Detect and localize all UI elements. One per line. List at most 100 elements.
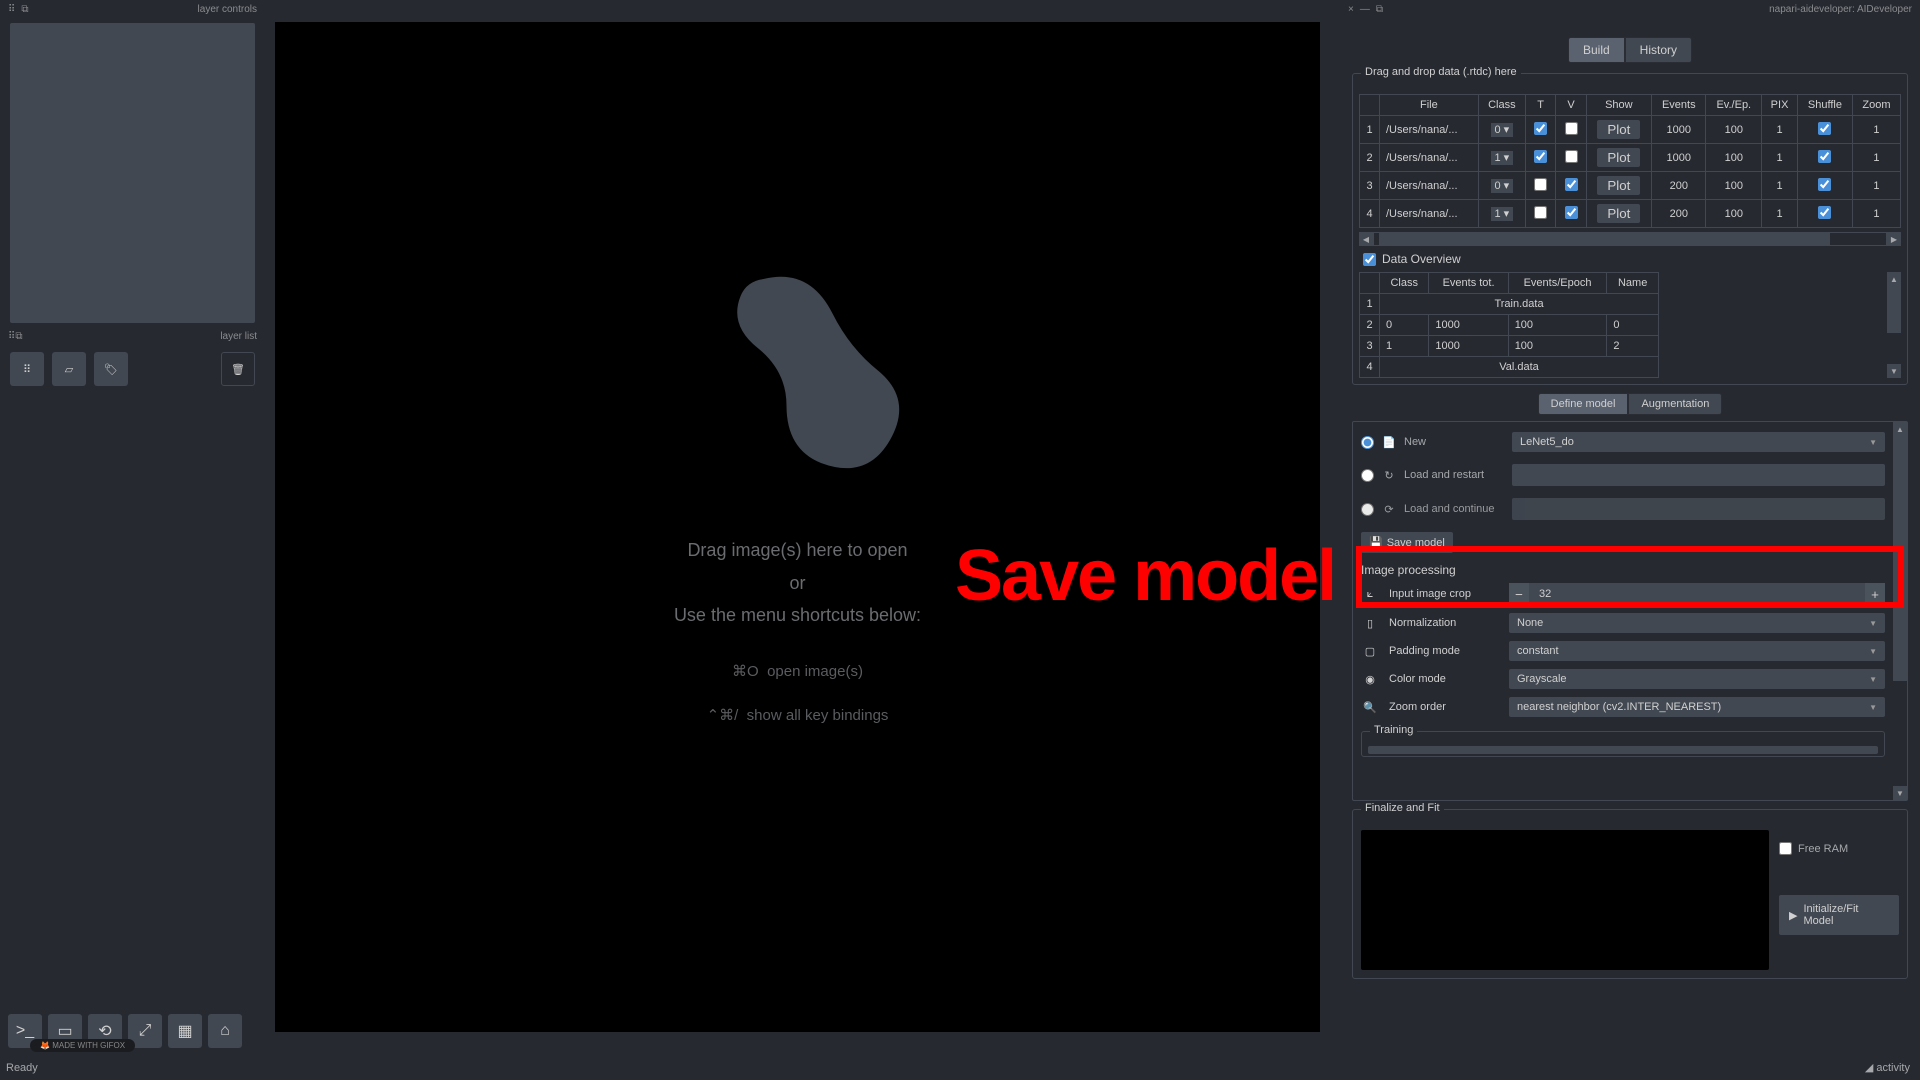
layer-controls-panel (10, 23, 255, 323)
scroll-down-icon[interactable]: ▼ (1893, 786, 1907, 800)
table-row: 1 /Users/nana/... 0 ▾ Plot 1000 100 1 1 (1360, 116, 1901, 144)
plot-button[interactable]: Plot (1597, 148, 1640, 167)
popout-icon[interactable]: ⧉ (21, 4, 28, 15)
save-model-button[interactable]: 💾 Save model (1361, 532, 1453, 553)
val-checkbox[interactable] (1565, 206, 1578, 219)
status-text: Ready (6, 1062, 38, 1074)
input-crop-spinner[interactable]: − 32 + (1509, 583, 1885, 605)
class-select[interactable]: 1 ▾ (1491, 151, 1514, 165)
color-mode-select[interactable]: Grayscale ▼ (1509, 669, 1885, 689)
file-cell[interactable]: /Users/nana/... (1380, 144, 1479, 172)
free-ram-checkbox[interactable] (1779, 842, 1792, 855)
chevron-down-icon: ▼ (1869, 438, 1877, 447)
chevron-down-icon: ▼ (1869, 647, 1877, 656)
napari-logo-icon (683, 246, 913, 496)
val-checkbox[interactable] (1565, 150, 1578, 163)
data-group-label: Drag and drop data (.rtdc) here (1361, 66, 1521, 78)
model-architecture-select[interactable]: LeNet5_do ▼ (1512, 432, 1885, 452)
popout-icon[interactable]: ⧉ (15, 331, 22, 342)
class-select[interactable]: 0 ▾ (1491, 179, 1514, 193)
val-checkbox[interactable] (1565, 178, 1578, 191)
finalize-label: Finalize and Fit (1361, 802, 1444, 814)
vscroll-track[interactable] (1887, 286, 1901, 364)
padding-icon: ▢ (1361, 645, 1379, 658)
normalization-label: Normalization (1389, 617, 1499, 629)
train-checkbox[interactable] (1534, 122, 1547, 135)
increment-button[interactable]: + (1865, 583, 1885, 605)
plot-button[interactable]: Plot (1597, 120, 1640, 139)
drop-hint-2: Use the menu shortcuts below: (674, 601, 921, 630)
plot-button[interactable]: Plot (1597, 204, 1640, 223)
scroll-right-icon[interactable]: ▶ (1887, 232, 1901, 246)
chevron-down-icon: ▼ (1869, 619, 1877, 628)
data-overview-label: Data Overview (1382, 252, 1461, 266)
canvas-dropzone[interactable]: Drag image(s) here to open or Use the me… (275, 22, 1320, 1032)
table-row: 3 /Users/nana/... 0 ▾ Plot 200 100 1 1 (1360, 172, 1901, 200)
decrement-button[interactable]: − (1509, 583, 1529, 605)
radio-load-continue[interactable] (1361, 503, 1374, 516)
plugin-title: napari-aideveloper: AIDeveloper (1769, 4, 1912, 15)
table-row: 1Train.data (1360, 294, 1659, 315)
tab-history[interactable]: History (1625, 37, 1692, 63)
tab-augmentation[interactable]: Augmentation (1628, 393, 1722, 415)
data-overview-checkbox[interactable] (1363, 253, 1376, 266)
shuffle-checkbox[interactable] (1818, 178, 1831, 191)
close-icon[interactable]: × (1348, 4, 1354, 15)
home-icon[interactable]: ⌂ (208, 1014, 242, 1048)
delete-layer-icon[interactable]: 🗑 (221, 352, 255, 386)
chevron-down-icon: ▼ (1869, 675, 1877, 684)
table-row: 4 /Users/nana/... 1 ▾ Plot 200 100 1 1 (1360, 200, 1901, 228)
plot-button[interactable]: Plot (1597, 176, 1640, 195)
file-cell[interactable]: /Users/nana/... (1380, 116, 1479, 144)
play-icon: ▶ (1789, 909, 1797, 922)
val-checkbox[interactable] (1565, 122, 1578, 135)
annotation-label: Save model (955, 535, 1335, 617)
new-points-icon[interactable]: ⠿ (10, 352, 44, 386)
tab-build[interactable]: Build (1568, 37, 1625, 63)
shuffle-checkbox[interactable] (1818, 150, 1831, 163)
image-processing-label: Image processing (1357, 559, 1889, 579)
training-label: Training (1370, 724, 1417, 736)
activity-button[interactable]: ◢ activity (1865, 1061, 1910, 1074)
new-shapes-icon[interactable]: ▱ (52, 352, 86, 386)
class-select[interactable]: 1 ▾ (1491, 207, 1514, 221)
open-images-hint: open image(s) (767, 663, 863, 680)
file-cell[interactable]: /Users/nana/... (1380, 172, 1479, 200)
scroll-left-icon[interactable]: ◀ (1359, 232, 1373, 246)
train-checkbox[interactable] (1534, 150, 1547, 163)
color-mode-icon: ◉ (1361, 673, 1379, 686)
initialize-fit-button[interactable]: ▶ Initialize/Fit Model (1779, 895, 1899, 935)
scroll-down-icon[interactable]: ▼ (1887, 364, 1901, 378)
file-cell[interactable]: /Users/nana/... (1380, 200, 1479, 228)
train-checkbox[interactable] (1534, 206, 1547, 219)
zoom-order-select[interactable]: nearest neighbor (cv2.INTER_NEAREST) ▼ (1509, 697, 1885, 717)
shuffle-checkbox[interactable] (1818, 122, 1831, 135)
radio-new-model[interactable] (1361, 436, 1374, 449)
zoom-order-label: Zoom order (1389, 701, 1499, 713)
file-icon: 📄 (1382, 435, 1396, 449)
crop-icon: ⟀ (1361, 588, 1379, 601)
new-labels-icon[interactable]: 🏷 (94, 352, 128, 386)
shuffle-checkbox[interactable] (1818, 206, 1831, 219)
dock-icon[interactable]: — (1360, 4, 1370, 15)
panel-handle-icon[interactable]: ⠿ (8, 4, 15, 15)
load-continue-path-input[interactable] (1512, 498, 1885, 520)
tab-define-model[interactable]: Define model (1538, 393, 1629, 415)
padding-select[interactable]: constant ▼ (1509, 641, 1885, 661)
watermark-badge: 🦊 MADE WITH GIFOX (30, 1039, 135, 1052)
normalization-select[interactable]: None ▼ (1509, 613, 1885, 633)
data-files-table: File Class T V Show Events Ev./Ep. PIX S… (1359, 94, 1901, 228)
scroll-up-icon[interactable]: ▲ (1893, 422, 1907, 436)
vscroll-track[interactable] (1893, 436, 1907, 786)
radio-load-restart[interactable] (1361, 469, 1374, 482)
free-ram-checkbox-row[interactable]: Free RAM (1779, 842, 1899, 855)
table-row: 4Val.data (1360, 357, 1659, 378)
class-select[interactable]: 0 ▾ (1491, 123, 1514, 137)
popout-icon[interactable]: ⧉ (1376, 4, 1383, 15)
grid-icon[interactable]: ▦ (168, 1014, 202, 1048)
load-restart-path-input[interactable] (1512, 464, 1885, 486)
hscroll-track[interactable] (1373, 232, 1887, 246)
panel-handle-icon[interactable]: ⠿ (8, 331, 15, 342)
train-checkbox[interactable] (1534, 178, 1547, 191)
scroll-up-icon[interactable]: ▲ (1887, 272, 1901, 286)
